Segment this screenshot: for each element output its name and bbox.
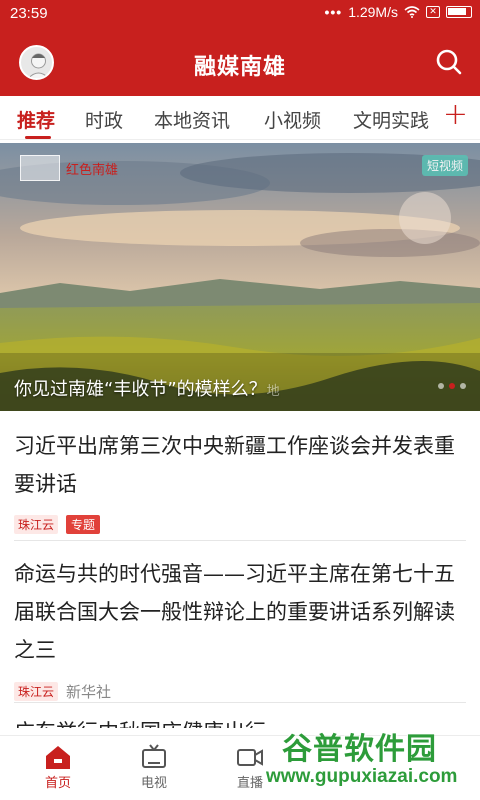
tab-recommend[interactable]: 推荐 <box>17 106 55 133</box>
banner-caption-tail: 地 <box>266 384 280 399</box>
watermark: 谷普软件园 www.gupuxiazai.com <box>262 718 480 800</box>
add-tab-icon[interactable]: + <box>443 100 468 130</box>
banner-logo-text: 红色南雄 <box>66 162 119 178</box>
carousel-dot <box>460 383 466 389</box>
news-item[interactable]: 命运与共的时代强音——习近平主席在第七十五届联合国大会一般性辩论上的重要讲话系列… <box>14 555 466 702</box>
category-tabs: 推荐 时政 本地资讯 小视频 文明实践 + <box>0 96 480 140</box>
topic-tag: 专题 <box>66 515 101 534</box>
news-meta: 珠江云 专题 <box>14 515 466 534</box>
banner-caption-text: 你见过南雄“丰收节”的模样么？ <box>14 379 267 400</box>
status-dots: ••• <box>324 4 343 20</box>
banner-logo: 红色南雄 <box>20 155 118 181</box>
banner-caption: 你见过南雄“丰收节”的模样么？地 <box>14 375 280 401</box>
tab-civilization-practice[interactable]: 文明实践 <box>353 106 429 133</box>
tab-short-video[interactable]: 小视频 <box>264 106 321 133</box>
home-icon <box>46 746 70 769</box>
banner-image <box>0 143 480 411</box>
status-icons: ••• 1.29M/s ✕ <box>324 4 472 20</box>
nav-home[interactable]: 首页 <box>28 742 88 791</box>
carousel-dot-active <box>449 383 455 389</box>
battery-icon <box>446 6 472 18</box>
news-meta: 珠江云 新华社 <box>14 681 466 702</box>
nav-home-label: 首页 <box>44 776 71 791</box>
network-speed: 1.29M/s <box>348 4 398 20</box>
status-time: 23:59 <box>10 5 48 22</box>
divider <box>14 540 466 541</box>
source-tag: 珠江云 <box>14 682 59 701</box>
video-camera-icon <box>237 749 263 766</box>
app-title: 融媒南雄 <box>193 55 286 80</box>
news-title: 命运与共的时代强音——习近平主席在第七十五届联合国大会一般性辩论上的重要讲话系列… <box>14 562 455 662</box>
logo-mark-icon <box>20 155 60 181</box>
tab-local-news[interactable]: 本地资讯 <box>154 106 230 133</box>
status-bar: 23:59 ••• 1.29M/s ✕ <box>0 0 480 28</box>
watermark-url: www.gupuxiazai.com <box>266 766 458 787</box>
tv-icon <box>142 744 166 768</box>
wifi-icon <box>404 6 420 18</box>
search-icon[interactable] <box>434 47 464 77</box>
carousel-dot <box>438 383 444 389</box>
banner-carousel[interactable]: 红色南雄 短视频 你见过南雄“丰收节”的模样么？地 <box>0 143 480 411</box>
news-title: 习近平出席第三次中央新疆工作座谈会并发表重要讲话 <box>14 434 455 496</box>
divider <box>14 702 466 703</box>
carousel-indicator <box>438 383 466 389</box>
short-video-badge: 短视频 <box>421 155 468 176</box>
active-tab-indicator <box>25 136 51 139</box>
nav-tv-label: 电视 <box>140 776 167 791</box>
no-sim-icon: ✕ <box>426 6 440 18</box>
nav-tv[interactable]: 电视 <box>124 742 184 791</box>
news-item[interactable]: 习近平出席第三次中央新疆工作座谈会并发表重要讲话 珠江云 专题 <box>14 427 466 534</box>
tab-politics[interactable]: 时政 <box>85 106 123 133</box>
watermark-title: 谷普软件园 <box>282 732 437 767</box>
app-header: 融媒南雄 <box>0 28 480 96</box>
source-text: 新华社 <box>66 683 112 701</box>
source-tag: 珠江云 <box>14 515 59 534</box>
